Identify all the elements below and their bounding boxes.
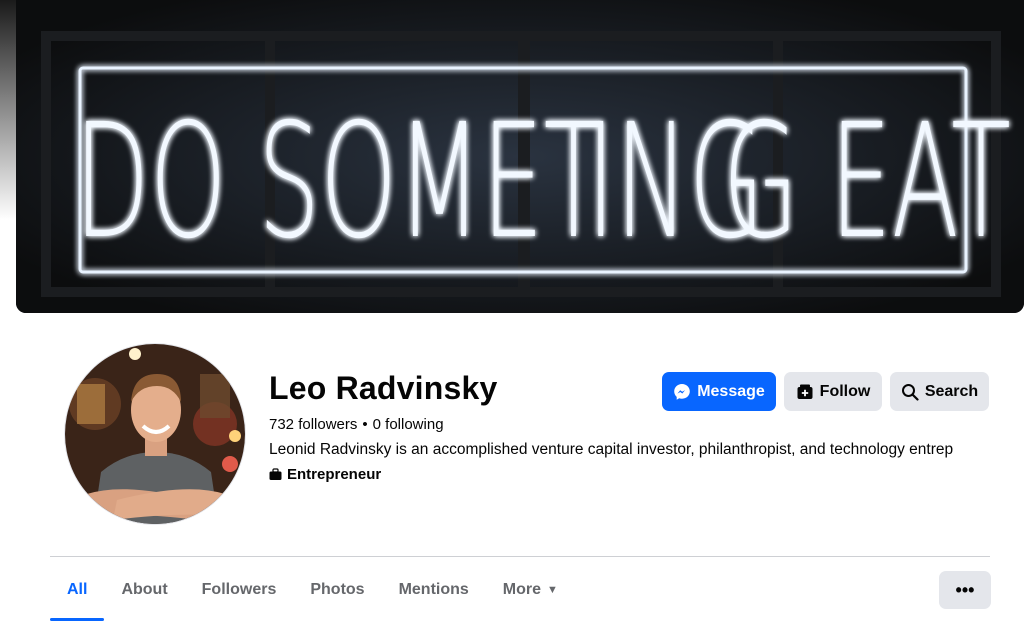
tab-label: All — [67, 581, 88, 598]
profile-name: Leo Radvinsky — [269, 370, 498, 406]
more-options-button[interactable]: ••• — [939, 571, 991, 609]
message-label: Message — [697, 382, 765, 400]
tab-followers[interactable]: Followers — [185, 557, 294, 623]
following-count[interactable]: 0 following — [373, 416, 444, 433]
neon-text-left: DO SOMET — [74, 91, 603, 275]
tab-label: Followers — [201, 581, 277, 598]
tab-label: Mentions — [398, 581, 469, 598]
tab-about[interactable]: About — [104, 557, 184, 623]
profile-tabs: All About Followers Photos Mentions More… — [50, 557, 575, 623]
follow-button[interactable]: Follow — [784, 372, 882, 411]
cover-edge-fade — [0, 0, 16, 220]
messenger-icon — [673, 383, 691, 401]
profile-work: Entrepreneur — [269, 466, 381, 483]
more-options-icon: ••• — [955, 579, 975, 600]
cover-photo[interactable]: DO SOMET ING G EAT — [16, 0, 1024, 313]
tab-label: About — [121, 581, 168, 598]
follow-icon — [796, 383, 814, 401]
work-label: Entrepreneur — [287, 466, 382, 483]
briefcase-icon — [269, 468, 282, 481]
avatar-photo — [65, 344, 245, 524]
tab-more[interactable]: More ▼ — [486, 557, 575, 623]
tab-label: Photos — [310, 581, 365, 598]
stats-separator: • — [362, 416, 368, 433]
follow-stats: 732 followers • 0 following — [269, 416, 444, 433]
tab-photos[interactable]: Photos — [293, 557, 381, 623]
tab-mentions[interactable]: Mentions — [382, 557, 486, 623]
search-icon — [901, 383, 919, 401]
search-button[interactable]: Search — [890, 372, 989, 411]
profile-bio: Leonid Radvinsky is an accomplished vent… — [269, 441, 954, 458]
message-button[interactable]: Message — [662, 372, 776, 411]
profile-avatar[interactable] — [64, 343, 246, 525]
followers-count[interactable]: 732 followers — [269, 416, 357, 433]
tab-label: More — [502, 581, 542, 598]
cover-neon-sign: DO SOMET ING G EAT — [16, 0, 1024, 313]
caret-down-icon: ▼ — [547, 584, 558, 596]
search-label: Search — [924, 382, 979, 400]
tab-all[interactable]: All — [50, 557, 105, 623]
follow-label: Follow — [819, 382, 871, 400]
neon-text-right: G EAT — [723, 91, 1011, 275]
